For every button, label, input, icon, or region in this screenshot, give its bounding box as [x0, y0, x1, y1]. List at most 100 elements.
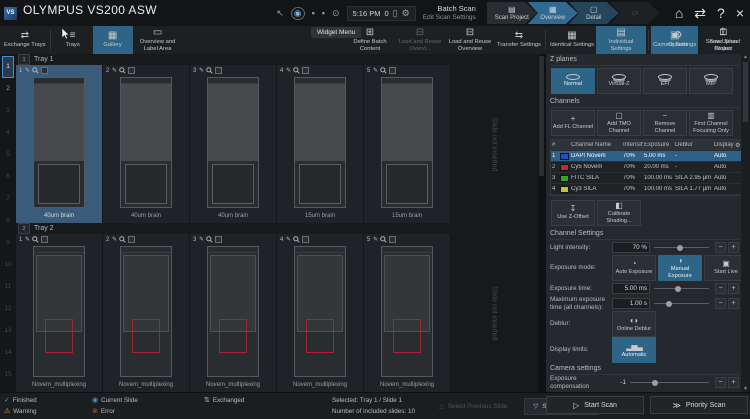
edit-name-icon[interactable]: ✎: [199, 237, 204, 243]
scroll-thumb[interactable]: [743, 62, 748, 122]
active-tool-icon[interactable]: ◉: [291, 7, 305, 20]
channel-row[interactable]: 2 Cy5 Novem 70% 20.00 ms - Auto: [551, 162, 741, 173]
slide-glass[interactable]: [294, 246, 346, 377]
table-gear-icon[interactable]: ⚙: [734, 142, 741, 149]
tray-position-rail[interactable]: 123456789101112131415: [0, 54, 16, 393]
slide-slot[interactable]: 5 ✎ Novem_multiplexing: [364, 234, 451, 392]
edit-name-icon[interactable]: ✎: [25, 68, 30, 74]
slide-slot[interactable]: 1 ✎ Novem_multiplexing: [16, 234, 103, 392]
switch-layout-icon[interactable]: ⇄: [694, 6, 706, 20]
options-button[interactable]: ⚙ Options: [658, 26, 698, 54]
step-scan-project[interactable]: ▤ Scan Project: [487, 2, 537, 24]
transfer-settings-button[interactable]: ⇆ Transfer Settings: [495, 26, 543, 54]
tray-position-1[interactable]: 1: [2, 56, 14, 78]
first-channel-focusing-button[interactable]: ▥ First Channel Focusing Only: [689, 110, 733, 136]
decrement-button[interactable]: −: [715, 298, 726, 309]
overview-label-area-button[interactable]: ▭ Overview and Label Area: [133, 26, 183, 54]
decrement-button[interactable]: −: [715, 377, 726, 388]
gear-icon[interactable]: ⚙: [402, 9, 410, 18]
magnifier-icon[interactable]: [206, 236, 213, 243]
slide-glass[interactable]: [207, 77, 259, 208]
magnifier-icon[interactable]: [206, 67, 213, 74]
exposure-compensation-slider[interactable]: [630, 378, 709, 388]
tray-position-13[interactable]: 13: [2, 320, 14, 342]
edit-name-icon[interactable]: ✎: [286, 68, 291, 74]
slide-slot[interactable]: 2 ✎ 40um brain: [103, 65, 190, 223]
slide-slot[interactable]: 2 ✎ Novem_multiplexing: [103, 234, 190, 392]
include-checkbox[interactable]: [41, 236, 48, 243]
slide-slot[interactable]: 3 ✎ 40um brain: [190, 65, 277, 223]
tray-position-11[interactable]: 11: [2, 276, 14, 298]
scroll-up-icon[interactable]: ▲: [743, 55, 748, 60]
use-z-offset-button[interactable]: ↧ Use Z-Offset: [551, 200, 595, 226]
pointer-tool-icon[interactable]: ↖: [276, 9, 284, 18]
edit-name-icon[interactable]: ✎: [112, 237, 117, 243]
magnifier-icon[interactable]: [32, 236, 39, 243]
start-scan-button[interactable]: ▷ Start Scan: [546, 396, 644, 414]
include-checkbox[interactable]: [128, 67, 135, 74]
magnifier-icon[interactable]: [380, 67, 387, 74]
exposure-time-slider[interactable]: [654, 284, 709, 294]
increment-button[interactable]: +: [728, 242, 739, 253]
home-icon[interactable]: ⌂: [675, 6, 683, 20]
tray-position-4[interactable]: 4: [2, 122, 14, 144]
tray-position-7[interactable]: 7: [2, 188, 14, 210]
tray-position-6[interactable]: 6: [2, 166, 14, 188]
include-checkbox[interactable]: [215, 67, 222, 74]
increment-button[interactable]: +: [728, 298, 739, 309]
exchange-trays-button[interactable]: ⇄ Exchange Trays: [2, 26, 48, 54]
include-checkbox[interactable]: [215, 236, 222, 243]
magnifier-icon[interactable]: [32, 67, 39, 74]
slide-glass[interactable]: [207, 246, 259, 377]
zplane-mip-button[interactable]: MIP: [689, 68, 733, 94]
load-reuse-overview-detail-button[interactable]: ⊟ Load and Reuse Overvi...: [395, 26, 445, 54]
zplane-normal-button[interactable]: Normal: [551, 68, 595, 94]
decrement-button[interactable]: −: [715, 283, 726, 294]
trays-button[interactable]: ≡ Trays: [53, 26, 93, 54]
priority-scan-button[interactable]: ≫ Priority Scan: [650, 396, 748, 414]
tray-position-2[interactable]: 2: [2, 78, 14, 100]
gallery-button[interactable]: ▦ Gallery: [93, 26, 133, 54]
close-icon[interactable]: ×: [736, 6, 744, 20]
tray-position-15[interactable]: 15: [2, 364, 14, 386]
load-reuse-overview-button[interactable]: ⊟ Load and Reuse Overview: [445, 26, 495, 54]
light-intensity-slider[interactable]: [654, 243, 709, 253]
slide-slot[interactable]: 5 ✎ 15um brain: [364, 65, 451, 223]
define-batch-content-button[interactable]: ⊞ Define Batch Content: [345, 26, 395, 54]
start-live-button[interactable]: ▣ Start Live: [704, 255, 741, 281]
decrement-button[interactable]: −: [715, 242, 726, 253]
tray-position-9[interactable]: 9: [2, 232, 14, 254]
remove-channel-button[interactable]: − Remove Channel: [643, 110, 687, 136]
slide-slot[interactable]: 4 ✎ 15um brain: [277, 65, 364, 223]
tray-position-8[interactable]: 8: [2, 210, 14, 232]
magnifier-icon[interactable]: [380, 236, 387, 243]
include-checkbox[interactable]: [302, 236, 309, 243]
max-exposure-slider[interactable]: [654, 299, 709, 309]
slide-glass[interactable]: [120, 77, 172, 208]
include-checkbox[interactable]: [41, 67, 48, 74]
light-intensity-value[interactable]: 70 %: [612, 242, 650, 253]
tray-position-14[interactable]: 14: [2, 342, 14, 364]
tray-scrollbar[interactable]: [538, 54, 545, 393]
edit-name-icon[interactable]: ✎: [373, 68, 378, 74]
tray-position-12[interactable]: 12: [2, 298, 14, 320]
include-checkbox[interactable]: [302, 67, 309, 74]
add-tmo-channel-button[interactable]: ▢ Add TMO Channel: [597, 110, 641, 136]
slide-slot[interactable]: 4 ✎ Novem_multiplexing: [277, 234, 364, 392]
slide-glass[interactable]: [33, 77, 85, 208]
tray-position-10[interactable]: 10: [2, 254, 14, 276]
auto-exposure-button[interactable]: ◔ Auto Exposure: [612, 255, 656, 281]
calibrate-shading-button[interactable]: ◧ Calibrate Shading...: [597, 200, 641, 226]
automatic-display-limits-button[interactable]: ▂▅▃ Automatic: [612, 337, 656, 363]
edit-name-icon[interactable]: ✎: [286, 237, 291, 243]
manual-exposure-button[interactable]: ◑ Manual Exposure: [658, 255, 702, 281]
tray-position-3[interactable]: 3: [2, 100, 14, 122]
max-exposure-value[interactable]: 1.00 s: [612, 298, 650, 309]
increment-button[interactable]: +: [728, 377, 739, 388]
help-icon[interactable]: ?: [717, 6, 725, 20]
slide-glass[interactable]: [120, 246, 172, 377]
magnifier-icon[interactable]: [293, 67, 300, 74]
zplane-virtual-z-button[interactable]: Virtual-Z: [597, 68, 641, 94]
include-checkbox[interactable]: [389, 67, 396, 74]
magnifier-icon[interactable]: [119, 67, 126, 74]
